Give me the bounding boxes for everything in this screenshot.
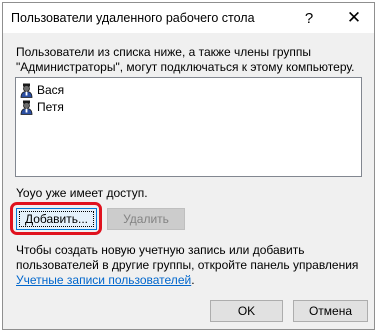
title-bar[interactable]: Пользователи удаленного рабочего стола ?… bbox=[3, 3, 374, 33]
remove-button[interactable]: Удалить bbox=[107, 208, 185, 230]
users-list[interactable]: Вася Петя bbox=[15, 77, 362, 177]
ok-button-label: OK bbox=[237, 304, 256, 318]
user-icon bbox=[20, 83, 33, 98]
remove-button-label: Удалить bbox=[123, 212, 169, 226]
info-text-suffix: . bbox=[191, 273, 195, 287]
cancel-button-label: Отмена bbox=[308, 304, 353, 318]
list-item[interactable]: Вася bbox=[19, 82, 64, 98]
dialog-title: Пользователи удаленного рабочего стола bbox=[11, 11, 255, 25]
ok-button[interactable]: OK bbox=[210, 300, 283, 322]
remote-desktop-users-dialog: Пользователи удаленного рабочего стола ?… bbox=[2, 2, 375, 330]
help-button[interactable]: ? bbox=[289, 3, 329, 33]
close-button[interactable]: ✕ bbox=[334, 3, 374, 33]
highlight-annotation bbox=[10, 202, 102, 235]
info-text: Чтобы создать новую учетную запись или д… bbox=[16, 243, 368, 288]
description-text: Пользователи из списка ниже, а также чле… bbox=[16, 45, 355, 74]
user-icon bbox=[20, 100, 33, 115]
cancel-button[interactable]: Отмена bbox=[293, 300, 368, 322]
user-accounts-link[interactable]: Учетные записи пользователей bbox=[16, 273, 191, 287]
user-name: Петя bbox=[37, 100, 64, 114]
info-text-body: Чтобы создать новую учетную запись или д… bbox=[16, 243, 359, 272]
user-name: Вася bbox=[37, 83, 65, 97]
access-status: Yoyo уже имеет доступ. bbox=[16, 186, 148, 200]
list-item[interactable]: Петя bbox=[19, 99, 64, 115]
